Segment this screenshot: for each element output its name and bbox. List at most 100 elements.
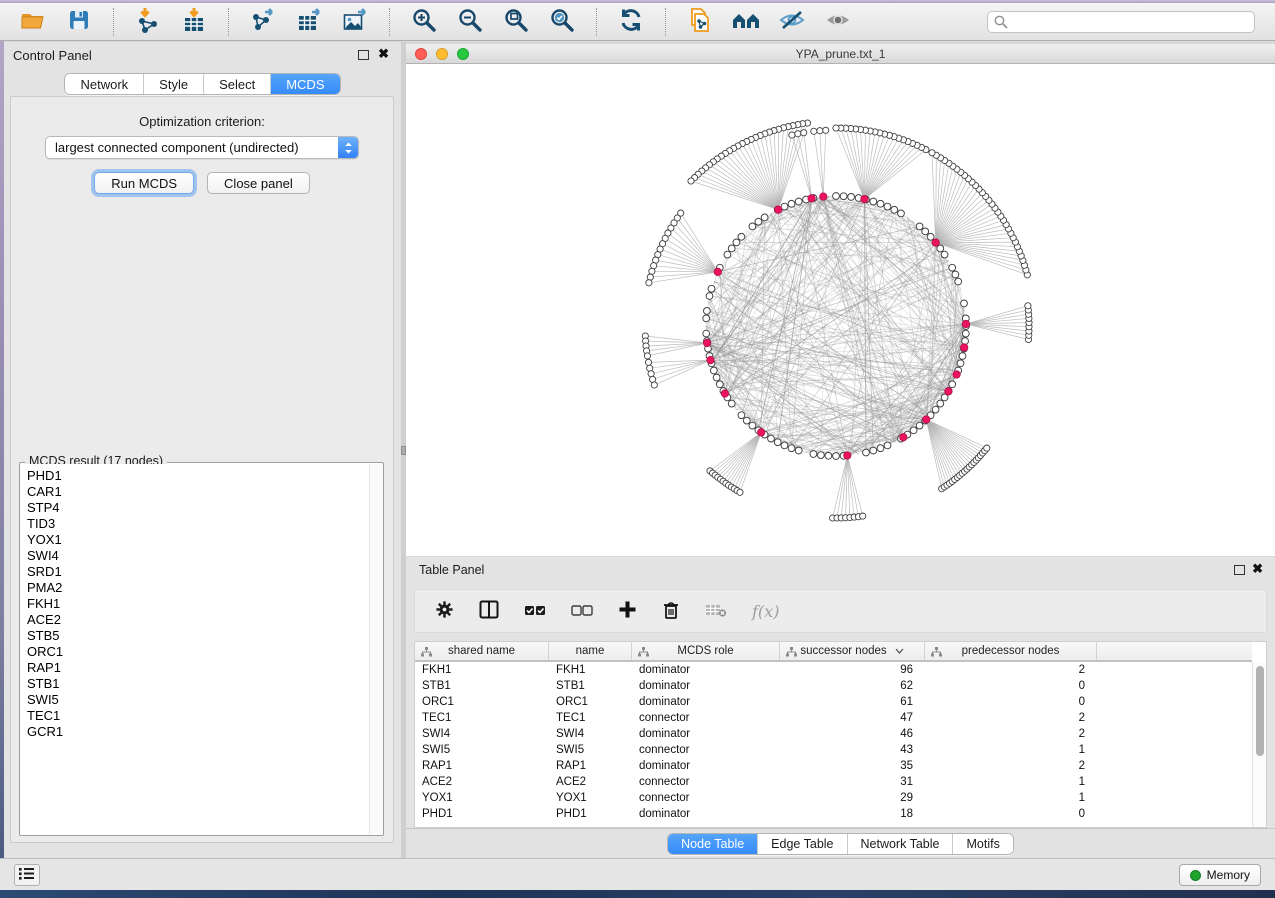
network-node[interactable] — [825, 452, 832, 459]
zoom-in-button[interactable] — [403, 6, 445, 38]
mcds-node[interactable] — [932, 239, 939, 246]
mcds-node[interactable] — [721, 390, 728, 397]
satellite-node[interactable] — [795, 131, 801, 137]
mcds-node[interactable] — [758, 429, 765, 436]
network-node[interactable] — [937, 400, 944, 407]
satellite-node[interactable] — [646, 280, 652, 286]
table-scrollbar[interactable] — [1252, 662, 1266, 827]
first-neighbors-button[interactable] — [725, 6, 767, 38]
table-row[interactable]: FKH1FKH1dominator962 — [415, 662, 1252, 678]
satellite-node[interactable] — [688, 178, 694, 184]
satellite-node[interactable] — [737, 489, 743, 495]
result-list-item[interactable]: RAP1 — [21, 660, 369, 676]
network-node[interactable] — [916, 422, 923, 429]
tab-select[interactable]: Select — [204, 74, 271, 94]
mcds-node[interactable] — [808, 195, 815, 202]
network-node[interactable] — [768, 435, 775, 442]
table-row[interactable]: TEC1TEC1connector472 — [415, 710, 1252, 726]
mcds-node[interactable] — [923, 416, 930, 423]
hide-selected-button[interactable] — [771, 6, 813, 38]
table-row[interactable]: SWI5SWI5connector431 — [415, 742, 1252, 758]
network-node[interactable] — [733, 239, 740, 246]
satellite-node[interactable] — [789, 132, 795, 138]
satellite-node[interactable] — [647, 274, 653, 280]
column-header-MCDS-role[interactable]: MCDS role — [632, 642, 780, 660]
network-node[interactable] — [840, 193, 847, 200]
column-header-shared-name[interactable]: shared name — [415, 642, 549, 660]
tab-edge-table[interactable]: Edge Table — [758, 834, 847, 854]
satellite-node[interactable] — [984, 445, 990, 451]
close-panel-button[interactable]: Close panel — [207, 172, 310, 194]
network-node[interactable] — [728, 400, 735, 407]
result-list-item[interactable]: SWI5 — [21, 692, 369, 708]
close-table-panel-icon[interactable]: ✖ — [1252, 561, 1263, 577]
import-table-button[interactable] — [173, 6, 215, 38]
function-builder-button[interactable]: f(x) — [752, 602, 779, 621]
close-panel-icon[interactable]: ✖ — [378, 46, 389, 62]
network-window-titlebar[interactable]: YPA_prune.txt_1 — [406, 44, 1275, 64]
result-list-item[interactable]: PHD1 — [21, 468, 369, 484]
satellite-node[interactable] — [823, 127, 829, 133]
export-table-button[interactable] — [288, 6, 330, 38]
network-node[interactable] — [810, 451, 817, 458]
tab-motifs[interactable]: Motifs — [953, 834, 1012, 854]
network-node[interactable] — [962, 338, 969, 345]
result-list-item[interactable]: PMA2 — [21, 580, 369, 596]
result-list-scrollbar[interactable] — [369, 464, 382, 834]
mcds-node[interactable] — [945, 388, 952, 395]
table-settings-button[interactable] — [435, 600, 454, 622]
refresh-view-button[interactable] — [610, 6, 652, 38]
result-list-item[interactable]: TID3 — [21, 516, 369, 532]
network-node[interactable] — [743, 417, 750, 424]
result-list-item[interactable]: FKH1 — [21, 596, 369, 612]
network-node[interactable] — [962, 330, 969, 337]
open-session-button[interactable] — [12, 6, 54, 38]
network-node[interactable] — [749, 223, 756, 230]
save-session-button[interactable] — [58, 6, 100, 38]
run-mcds-button[interactable]: Run MCDS — [94, 172, 194, 194]
result-list-item[interactable]: YOX1 — [21, 532, 369, 548]
result-list-item[interactable]: SWI4 — [21, 548, 369, 564]
network-node[interactable] — [788, 200, 795, 207]
network-node[interactable] — [959, 353, 966, 360]
mcds-node[interactable] — [714, 268, 721, 275]
network-node[interactable] — [774, 439, 781, 446]
mcds-node[interactable] — [953, 371, 960, 378]
delete-column-button[interactable] — [662, 600, 680, 623]
show-panel-list-button[interactable] — [14, 864, 40, 886]
result-list-item[interactable]: STP4 — [21, 500, 369, 516]
show-all-button[interactable] — [817, 6, 859, 38]
column-header-name[interactable]: name — [549, 642, 632, 660]
network-node[interactable] — [833, 453, 840, 460]
network-node[interactable] — [755, 218, 762, 225]
network-node[interactable] — [738, 233, 745, 240]
satellite-node[interactable] — [651, 382, 657, 388]
network-node[interactable] — [795, 198, 802, 205]
network-node[interactable] — [795, 447, 802, 454]
zoom-out-button[interactable] — [449, 6, 491, 38]
mcds-node[interactable] — [961, 344, 968, 351]
tab-mcds[interactable]: MCDS — [271, 74, 339, 94]
network-node[interactable] — [884, 203, 891, 210]
network-canvas[interactable] — [406, 64, 1275, 556]
network-node[interactable] — [704, 308, 711, 315]
mcds-node[interactable] — [900, 434, 907, 441]
network-node[interactable] — [949, 264, 956, 271]
table-row[interactable]: SWI4SWI4dominator462 — [415, 726, 1252, 742]
network-node[interactable] — [870, 198, 877, 205]
table-row[interactable]: ORC1ORC1dominator610 — [415, 694, 1252, 710]
tab-network-table[interactable]: Network Table — [848, 834, 954, 854]
network-node[interactable] — [703, 330, 710, 337]
deselect-all-button[interactable] — [571, 602, 593, 621]
table-row[interactable]: RAP1RAP1dominator352 — [415, 758, 1252, 774]
satellite-node[interactable] — [649, 268, 655, 274]
network-node[interactable] — [738, 412, 745, 419]
network-node[interactable] — [949, 381, 956, 388]
export-network-button[interactable] — [242, 6, 284, 38]
network-node[interactable] — [706, 293, 713, 300]
memory-button[interactable]: Memory — [1179, 864, 1261, 886]
table-row[interactable]: YOX1YOX1connector291 — [415, 790, 1252, 806]
network-node[interactable] — [781, 442, 788, 449]
split-panel-button[interactable] — [479, 600, 499, 622]
result-list-item[interactable]: STB5 — [21, 628, 369, 644]
